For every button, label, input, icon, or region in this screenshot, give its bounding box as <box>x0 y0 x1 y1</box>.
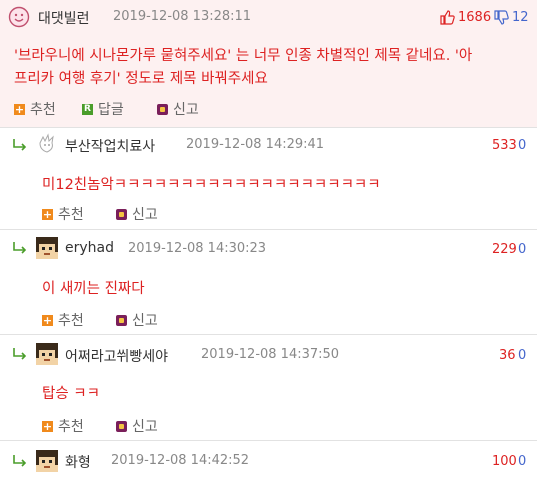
spiky-sketch-avatar-icon[interactable] <box>36 133 58 155</box>
reply-upvote-count[interactable]: 229 <box>492 242 517 257</box>
thumbs-down-icon[interactable] <box>494 10 509 25</box>
reply-arrow-icon <box>13 455 27 467</box>
main-upvote-count: 1686 <box>458 10 492 25</box>
separator <box>0 334 537 335</box>
reply-upvote-count[interactable]: 533 <box>492 138 517 153</box>
reply-nickname[interactable]: 부산작업치료사 <box>65 136 155 156</box>
report-icon <box>116 421 127 432</box>
report-icon <box>116 209 127 220</box>
main-reply-button[interactable]: 답글 <box>98 99 124 119</box>
reply-date: 2019-12-08 14:30:23 <box>128 241 267 256</box>
reply-arrow-icon <box>13 139 27 151</box>
reply-text: 이 새끼는 진짜다 <box>42 281 145 297</box>
main-recommend-button[interactable]: 추천 <box>30 99 56 119</box>
reply-date: 2019-12-08 14:37:50 <box>201 347 340 362</box>
reply-arrow-icon <box>13 242 27 254</box>
reply-recommend-button[interactable]: 추천 <box>58 416 84 436</box>
report-icon <box>116 315 127 326</box>
reply-report-button[interactable]: 신고 <box>132 204 158 224</box>
reply-nickname[interactable]: 화형 <box>65 452 91 472</box>
reply-report-button[interactable]: 신고 <box>132 416 158 436</box>
main-downvote-count: 12 <box>512 10 529 25</box>
thumbs-up-icon[interactable] <box>440 10 455 25</box>
main-comment-date: 2019-12-08 13:28:11 <box>113 9 252 24</box>
recommend-plus-icon: + <box>42 420 53 433</box>
pixel-face-avatar-icon[interactable] <box>36 343 58 365</box>
reply-r-icon: R <box>82 104 93 115</box>
separator <box>0 440 537 441</box>
recommend-plus-icon: + <box>42 208 53 221</box>
main-report-button[interactable]: 신고 <box>173 99 199 119</box>
reply-text: 미12친놈악ㅋㅋㅋㅋㅋㅋㅋㅋㅋㅋㅋㅋㅋㅋㅋㅋㅋㅋㅋㅋ <box>42 177 381 193</box>
main-comment-text-line1: '브라우니에 시나몬가루 뭍혀주세요' 는 너무 인종 차별적인 제목 같네요.… <box>14 48 473 64</box>
recommend-plus-icon: + <box>42 314 53 327</box>
reply-downvote-count[interactable]: 0 <box>518 138 526 153</box>
reply-text: 탑승 ㅋㅋ <box>42 386 100 402</box>
pink-face-avatar-icon[interactable] <box>8 6 30 28</box>
reply-downvote-count[interactable]: 0 <box>518 454 526 469</box>
separator <box>0 127 537 128</box>
reply-downvote-count[interactable]: 0 <box>518 348 526 363</box>
reply-downvote-count[interactable]: 0 <box>518 242 526 257</box>
reply-date: 2019-12-08 14:29:41 <box>186 137 325 152</box>
main-comment-text-line2: 프리카 여행 후기' 정도로 제목 바꿔주세요 <box>14 71 268 87</box>
reply-upvote-count[interactable]: 36 <box>499 348 516 363</box>
reply-date: 2019-12-08 14:42:52 <box>111 453 250 468</box>
pixel-face-avatar-icon[interactable] <box>36 237 58 259</box>
report-icon <box>157 104 168 115</box>
pixel-face-avatar-icon[interactable] <box>36 450 58 472</box>
main-comment-nickname[interactable]: 대댓빌런 <box>38 8 90 28</box>
reply-recommend-button[interactable]: 추천 <box>58 204 84 224</box>
reply-nickname[interactable]: eryhad <box>65 240 114 256</box>
reply-recommend-button[interactable]: 추천 <box>58 310 84 330</box>
reply-upvote-count[interactable]: 100 <box>492 454 517 469</box>
reply-arrow-icon <box>13 348 27 360</box>
reply-report-button[interactable]: 신고 <box>132 310 158 330</box>
recommend-plus-icon: + <box>14 103 25 116</box>
separator <box>0 229 537 230</box>
reply-nickname[interactable]: 어쩌라고쒸빵세야 <box>65 346 168 366</box>
